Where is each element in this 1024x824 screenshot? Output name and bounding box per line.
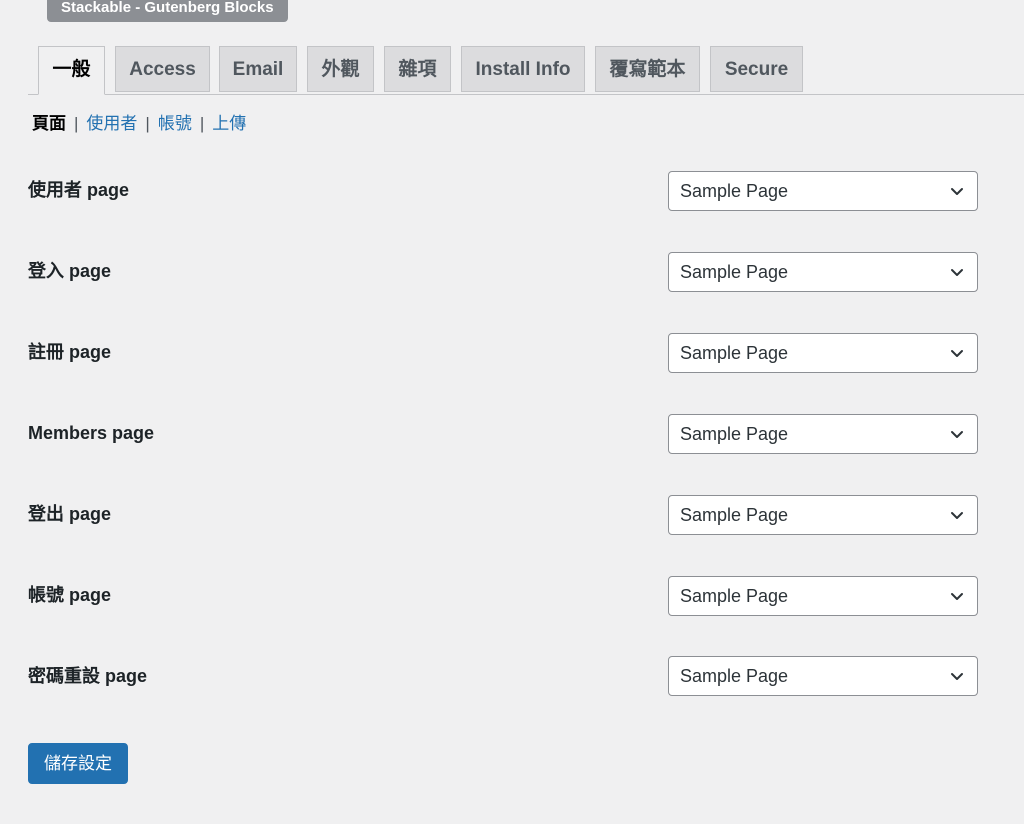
logout-page-select[interactable]: Sample Page (668, 495, 978, 535)
select-value: Sample Page (680, 586, 789, 606)
subnav-current-pages: 頁面 (32, 114, 66, 133)
select-value: Sample Page (680, 343, 789, 363)
subnav-separator: | (74, 114, 79, 133)
tab-install-info[interactable]: Install Info (461, 46, 585, 92)
chevron-down-icon (951, 512, 963, 519)
tab-secure[interactable]: Secure (710, 46, 803, 92)
subnav-link-users[interactable]: 使用者 (86, 114, 137, 133)
user-page-label: 使用者 page (28, 180, 130, 200)
password-reset-page-label: 密碼重設 page (28, 666, 148, 686)
tab-general[interactable]: 一般 (38, 46, 105, 95)
user-page-select[interactable]: Sample Page (668, 171, 978, 211)
tab-appearance[interactable]: 外觀 (307, 46, 374, 92)
chevron-down-icon (951, 188, 963, 195)
login-page-select[interactable]: Sample Page (668, 252, 978, 292)
logout-page-label: 登出 page (28, 504, 112, 524)
chevron-down-icon (951, 673, 963, 680)
account-page-label: 帳號 page (28, 585, 112, 605)
plugin-badge: Stackable - Gutenberg Blocks (47, 0, 288, 22)
tab-override-templates[interactable]: 覆寫範本 (595, 46, 700, 92)
chevron-down-icon (951, 350, 963, 357)
subnav-separator: | (145, 114, 150, 133)
select-value: Sample Page (680, 181, 789, 201)
subnav-separator: | (199, 114, 205, 133)
select-value: Sample Page (680, 505, 789, 525)
save-settings-button[interactable]: 儲存設定 (28, 743, 128, 784)
select-value: Sample Page (680, 666, 789, 686)
select-value: Sample Page (680, 262, 789, 282)
members-page-label: Members page (28, 423, 155, 443)
members-page-select[interactable]: Sample Page (668, 414, 978, 454)
tab-email[interactable]: Email (219, 46, 297, 92)
register-page-label: 註冊 page (28, 342, 112, 362)
password-reset-page-select[interactable]: Sample Page (668, 656, 978, 696)
chevron-down-icon (951, 431, 963, 438)
chevron-down-icon (951, 269, 963, 276)
subnav-link-uploads[interactable]: 上傳 (212, 114, 246, 133)
select-value: Sample Page (680, 424, 789, 444)
register-page-select[interactable]: Sample Page (668, 333, 978, 373)
login-page-label: 登入 page (28, 261, 112, 281)
account-page-select[interactable]: Sample Page (668, 576, 978, 616)
chevron-down-icon (951, 593, 963, 600)
sub-navigation: 頁面 | 使用者 | 帳號 | 上傳 (32, 112, 246, 136)
tab-misc[interactable]: 雜項 (384, 46, 451, 92)
settings-page: Stackable - Gutenberg Blocks 一般 Access E… (0, 0, 1024, 824)
subnav-link-account[interactable]: 帳號 (158, 114, 192, 133)
settings-tabs: 一般 Access Email 外觀 雜項 Install Info 覆寫範本 … (28, 46, 1024, 95)
tab-access[interactable]: Access (115, 46, 210, 92)
